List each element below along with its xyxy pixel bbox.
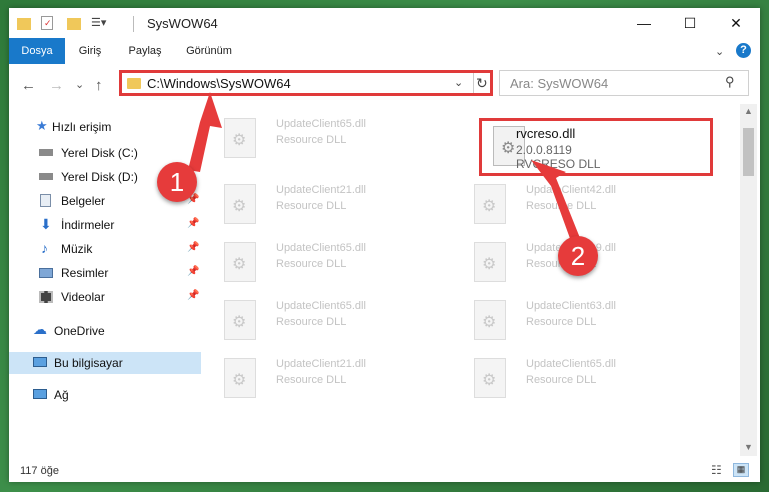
arrow-2 [531,160,580,244]
arrow-1 [188,92,222,172]
step-2-badge: 2 [558,236,598,276]
annotation-arrows [188,92,580,244]
step-1-badge: 1 [157,162,197,202]
